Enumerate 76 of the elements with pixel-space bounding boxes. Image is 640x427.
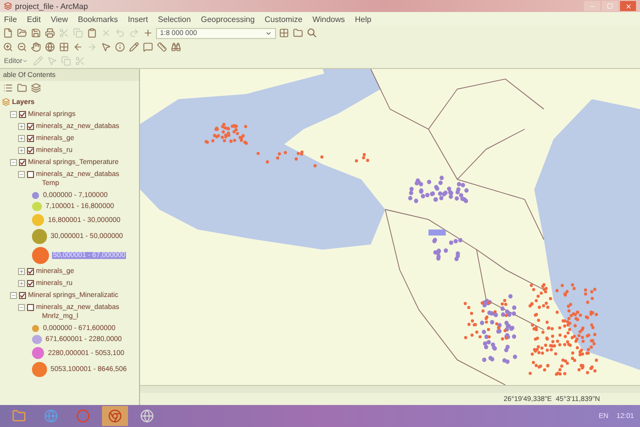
- expand-toggle[interactable]: [18, 134, 25, 142]
- check-icon: [28, 136, 33, 140]
- folder-icon[interactable]: [16, 27, 28, 39]
- expand-icon: [19, 148, 24, 152]
- expand-toggle[interactable]: [18, 122, 25, 130]
- caret-icon: [22, 58, 28, 64]
- expand-toggle[interactable]: [10, 110, 17, 118]
- layer-checkbox[interactable]: [27, 134, 34, 142]
- menu-item[interactable]: Bookmarks: [78, 14, 118, 24]
- layer-checkbox[interactable]: [27, 170, 34, 178]
- collapse-icon: [11, 160, 16, 164]
- menu-item[interactable]: Customize: [264, 14, 302, 24]
- layer-checkbox[interactable]: [19, 110, 26, 118]
- check-icon: [28, 280, 33, 286]
- select-icon[interactable]: [100, 41, 112, 53]
- expand-toggle[interactable]: [10, 158, 17, 166]
- check-icon: [28, 268, 33, 274]
- search-icon[interactable]: [306, 27, 318, 39]
- expand-toggle[interactable]: [18, 268, 25, 274]
- table-icon[interactable]: [278, 27, 290, 39]
- menu-item[interactable]: Windows: [312, 14, 345, 24]
- expand-toggle[interactable]: [18, 146, 25, 154]
- menu-item[interactable]: View: [50, 14, 68, 24]
- check-icon: [20, 160, 25, 164]
- layer-checkbox[interactable]: [27, 304, 34, 310]
- expand-toggle[interactable]: [18, 280, 25, 286]
- expand-icon: [19, 124, 24, 128]
- zoom-out-icon[interactable]: [16, 41, 28, 53]
- app-icon: [4, 2, 12, 10]
- collapse-icon: [11, 112, 16, 116]
- pencil-icon[interactable]: [128, 41, 140, 53]
- paste-icon[interactable]: [86, 27, 98, 39]
- map-drawing[interactable]: [140, 69, 640, 385]
- collapse-icon: [19, 172, 24, 176]
- expand-icon: [19, 136, 24, 140]
- back-icon[interactable]: [72, 41, 84, 53]
- expand-toggle[interactable]: [18, 304, 25, 310]
- expand-icon: [19, 268, 24, 274]
- layers-icon: [2, 98, 10, 106]
- pan-icon[interactable]: [30, 41, 42, 53]
- identify-icon[interactable]: [114, 41, 126, 53]
- check-icon: [28, 148, 33, 152]
- print-icon[interactable]: [44, 27, 56, 39]
- check-icon: [20, 112, 25, 116]
- expand-icon: [19, 280, 24, 286]
- save-icon[interactable]: [30, 27, 42, 39]
- layer-checkbox[interactable]: [27, 122, 34, 130]
- dropdown-icon: [265, 30, 272, 36]
- layer-checkbox[interactable]: [27, 268, 34, 274]
- menu-item[interactable]: File: [4, 14, 17, 24]
- add-data-icon[interactable]: [142, 27, 154, 39]
- find-icon[interactable]: [170, 41, 182, 53]
- menu-item[interactable]: Edit: [26, 14, 41, 24]
- check-icon: [20, 292, 25, 298]
- expand-toggle[interactable]: [10, 292, 17, 298]
- maximize-icon: [607, 3, 613, 9]
- catalog-icon[interactable]: [292, 27, 304, 39]
- new-file-icon[interactable]: [2, 27, 14, 39]
- menu-item[interactable]: Selection: [158, 14, 191, 24]
- close-button[interactable]: [620, 1, 636, 11]
- close-icon: [624, 2, 632, 10]
- layer-checkbox[interactable]: [19, 158, 26, 166]
- expand-toggle[interactable]: [18, 170, 25, 178]
- collapse-icon: [11, 292, 16, 298]
- check-icon: [28, 124, 33, 128]
- menu-item[interactable]: Geoprocessing: [200, 14, 255, 24]
- layer-checkbox[interactable]: [27, 146, 34, 154]
- menu-item[interactable]: Help: [354, 14, 372, 24]
- window-title: project_file - ArcMap: [15, 2, 88, 10]
- full-extent-icon[interactable]: [44, 41, 56, 53]
- zoom-in-icon[interactable]: [2, 41, 14, 53]
- layer-checkbox[interactable]: [19, 292, 26, 298]
- layer-checkbox[interactable]: [27, 280, 34, 286]
- collapse-icon: [19, 304, 24, 310]
- measure-icon[interactable]: [156, 41, 168, 53]
- menu-item[interactable]: Insert: [128, 14, 148, 24]
